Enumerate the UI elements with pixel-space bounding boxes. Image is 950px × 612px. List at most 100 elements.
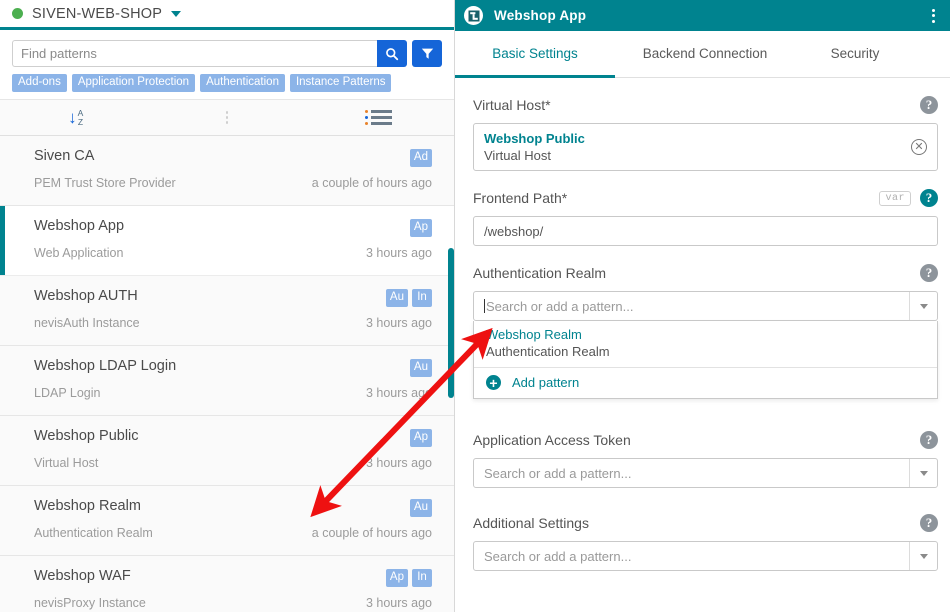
var-badge[interactable]: var xyxy=(879,191,911,206)
tab-security[interactable]: Security xyxy=(795,31,915,78)
help-icon[interactable]: ? xyxy=(920,514,938,532)
page-title: Webshop App xyxy=(494,8,929,23)
pattern-subtitle: PEM Trust Store Provider xyxy=(34,176,176,190)
frontend-path-value: /webshop/ xyxy=(484,224,543,239)
pattern-timestamp: 3 hours ago xyxy=(366,246,432,260)
kebab-menu-icon[interactable] xyxy=(929,6,938,26)
status-badge: Au xyxy=(386,289,408,307)
pattern-title: Webshop LDAP Login xyxy=(34,358,176,374)
application-access-token-placeholder: Search or add a pattern... xyxy=(484,466,899,481)
virtual-host-pattern-type: Virtual Host xyxy=(484,147,911,164)
field-frontend-path: Frontend Path* var ? /webshop/ xyxy=(473,187,938,246)
app-logo-icon xyxy=(464,6,483,25)
field-label: Application Access Token xyxy=(473,432,920,448)
list-more-button[interactable] xyxy=(151,111,302,124)
field-label: Virtual Host* xyxy=(473,97,920,113)
list-item[interactable]: Webshop LDAP Login Au LDAP Login 3 hours… xyxy=(0,346,454,416)
virtual-host-pattern-name: Webshop Public xyxy=(484,131,911,147)
list-view-icon xyxy=(365,110,392,125)
field-additional-settings: Additional Settings ? Search or add a pa… xyxy=(473,512,938,571)
search-button[interactable] xyxy=(377,40,407,67)
add-pattern-button[interactable]: + Add pattern xyxy=(474,367,937,398)
list-item-selected[interactable]: Webshop App Ap Web Application 3 hours a… xyxy=(0,206,454,276)
field-label: Frontend Path* xyxy=(473,190,879,206)
filter-tag-application-protection[interactable]: Application Protection xyxy=(72,74,195,92)
search-input[interactable] xyxy=(12,40,377,67)
detail-header: Webshop App xyxy=(455,0,950,31)
virtual-host-value[interactable]: Webshop Public Virtual Host ✕ xyxy=(473,123,938,171)
list-item[interactable]: Webshop Realm Au Authentication Realm a … xyxy=(0,486,454,556)
pattern-title: Webshop Public xyxy=(34,428,139,444)
chevron-down-icon[interactable] xyxy=(909,292,937,320)
frontend-path-input[interactable]: /webshop/ xyxy=(473,216,938,246)
pattern-title: Webshop WAF xyxy=(34,568,131,584)
status-badge: Au xyxy=(410,359,432,377)
additional-settings-select[interactable]: Search or add a pattern... xyxy=(473,541,938,571)
list-view-button[interactable] xyxy=(303,110,454,125)
help-icon[interactable]: ? xyxy=(920,431,938,449)
pattern-subtitle: nevisAuth Instance xyxy=(34,316,140,330)
tab-backend-connection[interactable]: Backend Connection xyxy=(615,31,795,78)
pattern-subtitle: LDAP Login xyxy=(34,386,101,400)
search-area: Add-ons Application Protection Authentic… xyxy=(0,30,454,99)
list-item[interactable]: Webshop WAF Ap In nevisProxy Instance 3 … xyxy=(0,556,454,612)
dropdown-option-name: Webshop Realm xyxy=(486,327,927,343)
kebab-menu-icon xyxy=(226,111,229,124)
filter-tag-add-ons[interactable]: Add-ons xyxy=(12,74,67,92)
pattern-badges: Ap xyxy=(410,219,432,237)
pattern-subtitle: Virtual Host xyxy=(34,456,98,470)
project-header: SIVEN-WEB-SHOP xyxy=(0,0,454,30)
chevron-down-icon[interactable] xyxy=(171,11,181,17)
help-icon[interactable]: ? xyxy=(920,264,938,282)
list-item[interactable]: Webshop AUTH Au In nevisAuth Instance 3 … xyxy=(0,276,454,346)
status-badge: In xyxy=(412,569,432,587)
dropdown-option-webshop-realm[interactable]: Webshop Realm Authentication Realm xyxy=(474,321,937,367)
list-item[interactable]: Siven CA Ad PEM Trust Store Provider a c… xyxy=(0,136,454,206)
project-name: SIVEN-WEB-SHOP xyxy=(32,6,162,22)
filter-tag-list: Add-ons Application Protection Authentic… xyxy=(12,74,442,92)
pattern-timestamp: 3 hours ago xyxy=(366,596,432,610)
authentication-realm-placeholder: Search or add a pattern... xyxy=(486,299,899,314)
additional-settings-placeholder: Search or add a pattern... xyxy=(484,549,899,564)
pattern-title: Siven CA xyxy=(34,148,94,164)
plus-circle-icon: + xyxy=(486,375,501,390)
status-badge: Ap xyxy=(410,219,432,237)
pattern-subtitle: Web Application xyxy=(34,246,123,260)
pattern-badges: Ap In xyxy=(386,569,432,587)
pattern-badges: Ad xyxy=(410,149,432,167)
pattern-subtitle: nevisProxy Instance xyxy=(34,596,146,610)
pattern-badges: Au xyxy=(410,359,432,377)
pattern-title: Webshop App xyxy=(34,218,124,234)
text-cursor xyxy=(484,299,485,313)
search-icon xyxy=(385,47,399,61)
chevron-down-icon[interactable] xyxy=(909,459,937,487)
tab-basic-settings[interactable]: Basic Settings xyxy=(455,31,615,78)
scrollbar-thumb[interactable] xyxy=(448,248,454,398)
pattern-badges: Au xyxy=(410,499,432,517)
list-toolbar: ↓ A Z xyxy=(0,99,454,136)
application-access-token-select[interactable]: Search or add a pattern... xyxy=(473,458,938,488)
help-icon[interactable]: ? xyxy=(920,96,938,114)
chevron-down-icon[interactable] xyxy=(909,542,937,570)
pattern-title: Webshop AUTH xyxy=(34,288,138,304)
pattern-badges: Ap xyxy=(410,429,432,447)
help-icon[interactable]: ? xyxy=(920,189,938,207)
status-badge: Au xyxy=(410,499,432,517)
list-item[interactable]: Webshop Public Ap Virtual Host 3 hours a… xyxy=(0,416,454,486)
pattern-timestamp: a couple of hours ago xyxy=(312,176,432,190)
authentication-realm-select[interactable]: Search or add a pattern... xyxy=(473,291,938,321)
authentication-realm-dropdown: Webshop Realm Authentication Realm + Add… xyxy=(473,321,938,399)
filter-icon xyxy=(421,47,434,60)
add-pattern-label: Add pattern xyxy=(512,375,579,390)
sort-button[interactable]: ↓ A Z xyxy=(0,109,151,126)
status-badge: Ap xyxy=(410,429,432,447)
clear-icon[interactable]: ✕ xyxy=(911,139,927,155)
filter-button[interactable] xyxy=(412,40,442,67)
filter-tag-authentication[interactable]: Authentication xyxy=(200,74,285,92)
pattern-subtitle: Authentication Realm xyxy=(34,526,153,540)
status-badge: Ad xyxy=(410,149,432,167)
patterns-panel: SIVEN-WEB-SHOP Add-ons Application Prote… xyxy=(0,0,455,612)
filter-tag-instance-patterns[interactable]: Instance Patterns xyxy=(290,74,392,92)
pattern-timestamp: 3 hours ago xyxy=(366,456,432,470)
basic-settings-form: Virtual Host* ? Webshop Public Virtual H… xyxy=(455,78,950,571)
